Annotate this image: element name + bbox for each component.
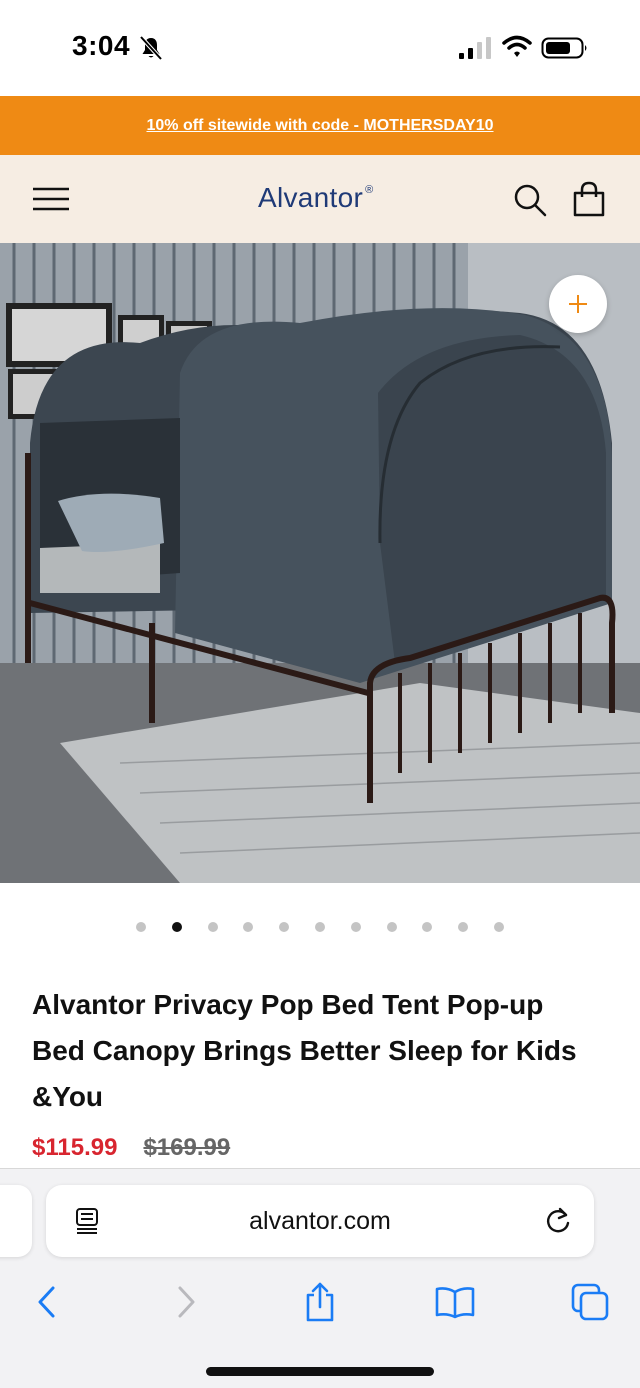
promo-banner[interactable]: 10% off sitewide with code - MOTHERSDAY1…	[0, 96, 640, 155]
share-button[interactable]	[295, 1277, 345, 1327]
search-icon[interactable]	[512, 182, 548, 218]
shopping-bag-icon[interactable]	[571, 180, 607, 218]
status-time: 3:04	[72, 30, 131, 61]
menu-icon[interactable]	[32, 185, 70, 213]
signal-icon	[459, 37, 491, 59]
share-icon	[306, 1282, 334, 1322]
product-photo-bed-tent	[0, 243, 640, 883]
sale-price: $115.99	[32, 1134, 118, 1161]
original-price: $169.99	[143, 1134, 231, 1161]
tabs-button[interactable]	[565, 1277, 615, 1327]
bookmarks-button[interactable]	[430, 1277, 480, 1327]
plus-icon	[569, 295, 587, 313]
bell-slash-icon	[139, 35, 163, 61]
wifi-icon	[502, 35, 532, 57]
pagination-dot[interactable]	[350, 922, 361, 932]
pagination-dot[interactable]	[315, 922, 325, 932]
pagination-dot[interactable]	[207, 922, 218, 932]
zoom-button[interactable]	[549, 275, 607, 333]
product-image[interactable]	[0, 243, 640, 883]
address-bar[interactable]: alvantor.com	[46, 1185, 594, 1257]
pagination-dot[interactable]	[136, 922, 146, 932]
site-header: Alvantor ®	[0, 155, 640, 243]
pagination-dot[interactable]	[422, 922, 433, 932]
previous-tab-card[interactable]	[0, 1185, 32, 1257]
brand-registered-mark: ®	[365, 184, 374, 196]
pagination-dot[interactable]	[386, 922, 397, 932]
brand-logo[interactable]: Alvantor ®	[258, 182, 374, 214]
browser-toolbar: alvantor.com	[0, 1168, 640, 1388]
pagination-dot[interactable]	[243, 922, 254, 932]
pagination-dot[interactable]	[171, 922, 182, 932]
status-bar: 3:04	[0, 0, 640, 96]
product-title: Alvantor Privacy Pop Bed Tent Pop-up Bed…	[32, 989, 577, 1112]
brand-name: Alvantor	[258, 182, 364, 213]
pagination-dot[interactable]	[279, 922, 290, 932]
tabs-icon	[571, 1283, 609, 1321]
image-pagination	[0, 922, 640, 934]
reload-icon[interactable]	[544, 1206, 572, 1236]
forward-button[interactable]	[161, 1277, 211, 1327]
pagination-dot[interactable]	[494, 922, 504, 932]
browser-nav-row	[0, 1277, 640, 1327]
price-row: $115.99 $169.99	[32, 1134, 230, 1162]
url-text[interactable]: alvantor.com	[46, 1207, 594, 1236]
home-indicator	[206, 1367, 434, 1376]
battery-icon	[541, 37, 587, 59]
back-button[interactable]	[22, 1277, 72, 1327]
pagination-dot[interactable]	[458, 922, 469, 932]
back-icon	[38, 1286, 55, 1318]
forward-icon	[178, 1286, 195, 1318]
bookmarks-icon	[435, 1287, 475, 1319]
promo-link[interactable]: 10% off sitewide with code - MOTHERSDAY1…	[146, 117, 493, 135]
